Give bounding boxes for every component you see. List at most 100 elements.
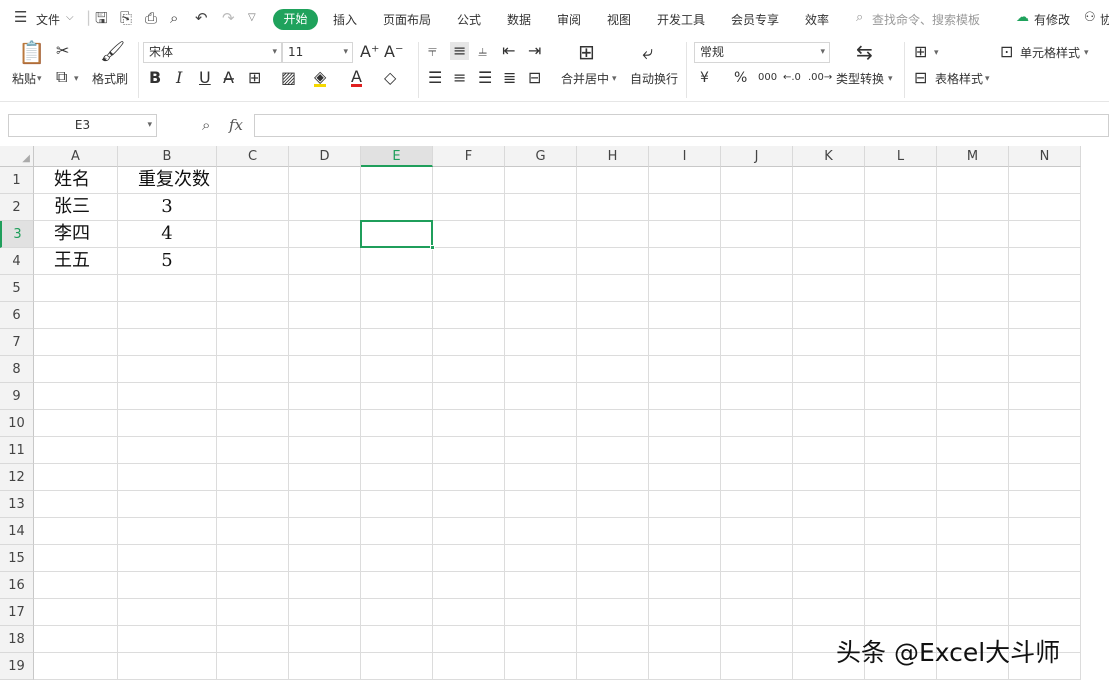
- cell-c8[interactable]: [217, 356, 289, 383]
- column-header-n[interactable]: N: [1009, 146, 1081, 167]
- merge-center-icon[interactable]: ⊞: [578, 42, 595, 62]
- cell-j11[interactable]: [721, 437, 793, 464]
- cell-n12[interactable]: [1009, 464, 1081, 491]
- cell-g11[interactable]: [505, 437, 577, 464]
- row-header-13[interactable]: 13: [0, 491, 34, 518]
- cell-f10[interactable]: [433, 410, 505, 437]
- cell-a1[interactable]: 姓名: [34, 167, 118, 194]
- cell-c17[interactable]: [217, 599, 289, 626]
- cell-m17[interactable]: [937, 599, 1009, 626]
- cell-e8[interactable]: [361, 356, 433, 383]
- cell-n16[interactable]: [1009, 572, 1081, 599]
- file-dropdown-chevron-icon[interactable]: ⌵: [66, 9, 74, 27]
- cell-i9[interactable]: [649, 383, 721, 410]
- row-header-3[interactable]: 3: [0, 221, 34, 248]
- cell-d1[interactable]: [289, 167, 361, 194]
- cell-a3[interactable]: 李四: [34, 221, 118, 248]
- cell-j5[interactable]: [721, 275, 793, 302]
- cell-e17[interactable]: [361, 599, 433, 626]
- cell-h6[interactable]: [577, 302, 649, 329]
- cell-c5[interactable]: [217, 275, 289, 302]
- cell-j15[interactable]: [721, 545, 793, 572]
- cell-f7[interactable]: [433, 329, 505, 356]
- function-button[interactable]: fx: [229, 116, 243, 134]
- cell-c2[interactable]: [217, 194, 289, 221]
- cell-b3[interactable]: 4: [118, 221, 217, 248]
- decrease-decimal-icon[interactable]: .00→: [808, 69, 832, 87]
- cell-e10[interactable]: [361, 410, 433, 437]
- cell-n11[interactable]: [1009, 437, 1081, 464]
- cell-n2[interactable]: [1009, 194, 1081, 221]
- tab-view[interactable]: 视图: [607, 11, 631, 28]
- cell-b9[interactable]: [118, 383, 217, 410]
- cell-h13[interactable]: [577, 491, 649, 518]
- cell-k2[interactable]: [793, 194, 865, 221]
- cell-a8[interactable]: [34, 356, 118, 383]
- cell-n4[interactable]: [1009, 248, 1081, 275]
- cell-b7[interactable]: [118, 329, 217, 356]
- cell-n9[interactable]: [1009, 383, 1081, 410]
- cell-c1[interactable]: [217, 167, 289, 194]
- cell-c4[interactable]: [217, 248, 289, 275]
- column-header-b[interactable]: B: [118, 146, 217, 167]
- cell-k15[interactable]: [793, 545, 865, 572]
- align-top-icon[interactable]: ⫧: [428, 42, 437, 60]
- cell-k5[interactable]: [793, 275, 865, 302]
- spreadsheet-grid[interactable]: ◢ A B C D E F G H I J K L M N 1 2 3 4 5 6 7 8 9 10 11 12 13 14 15 16 1…: [0, 146, 1109, 684]
- column-header-k[interactable]: K: [793, 146, 865, 167]
- row-header-7[interactable]: 7: [0, 329, 34, 356]
- row-header-14[interactable]: 14: [0, 518, 34, 545]
- cell-m5[interactable]: [937, 275, 1009, 302]
- cell-i6[interactable]: [649, 302, 721, 329]
- strikethrough-icon[interactable]: A̶: [223, 69, 234, 87]
- cell-l2[interactable]: [865, 194, 937, 221]
- cell-f16[interactable]: [433, 572, 505, 599]
- column-header-j[interactable]: J: [721, 146, 793, 167]
- cell-d2[interactable]: [289, 194, 361, 221]
- align-bottom-icon[interactable]: ⫨: [478, 42, 487, 60]
- cell-d5[interactable]: [289, 275, 361, 302]
- cell-m1[interactable]: [937, 167, 1009, 194]
- cell-m12[interactable]: [937, 464, 1009, 491]
- font-name-select[interactable]: 宋体 ▾: [143, 42, 282, 63]
- cell-f4[interactable]: [433, 248, 505, 275]
- cell-i2[interactable]: [649, 194, 721, 221]
- conditional-format-dropdown-icon[interactable]: ▾: [934, 45, 939, 61]
- cell-g6[interactable]: [505, 302, 577, 329]
- fill-color-icon[interactable]: ◈: [314, 69, 327, 87]
- cell-e16[interactable]: [361, 572, 433, 599]
- cell-g1[interactable]: [505, 167, 577, 194]
- cell-e15[interactable]: [361, 545, 433, 572]
- cell-d17[interactable]: [289, 599, 361, 626]
- cell-e11[interactable]: [361, 437, 433, 464]
- cell-a19[interactable]: [34, 653, 118, 680]
- cell-h5[interactable]: [577, 275, 649, 302]
- cell-i17[interactable]: [649, 599, 721, 626]
- cell-e13[interactable]: [361, 491, 433, 518]
- tab-start[interactable]: 开始: [273, 9, 318, 30]
- cell-f18[interactable]: [433, 626, 505, 653]
- cell-i13[interactable]: [649, 491, 721, 518]
- cell-l5[interactable]: [865, 275, 937, 302]
- cell-l12[interactable]: [865, 464, 937, 491]
- fill-pattern-icon[interactable]: ▨: [281, 69, 296, 87]
- cell-h16[interactable]: [577, 572, 649, 599]
- cell-m16[interactable]: [937, 572, 1009, 599]
- cell-j1[interactable]: [721, 167, 793, 194]
- cell-k14[interactable]: [793, 518, 865, 545]
- cell-b11[interactable]: [118, 437, 217, 464]
- cell-g5[interactable]: [505, 275, 577, 302]
- cell-n3[interactable]: [1009, 221, 1081, 248]
- cell-i14[interactable]: [649, 518, 721, 545]
- cell-i7[interactable]: [649, 329, 721, 356]
- cell-e4[interactable]: [361, 248, 433, 275]
- row-header-12[interactable]: 12: [0, 464, 34, 491]
- cell-b13[interactable]: [118, 491, 217, 518]
- tab-data[interactable]: 数据: [507, 11, 531, 28]
- column-header-f[interactable]: F: [433, 146, 505, 167]
- cell-d4[interactable]: [289, 248, 361, 275]
- column-header-e[interactable]: E: [361, 146, 433, 167]
- cell-e2[interactable]: [361, 194, 433, 221]
- cell-f5[interactable]: [433, 275, 505, 302]
- cell-h4[interactable]: [577, 248, 649, 275]
